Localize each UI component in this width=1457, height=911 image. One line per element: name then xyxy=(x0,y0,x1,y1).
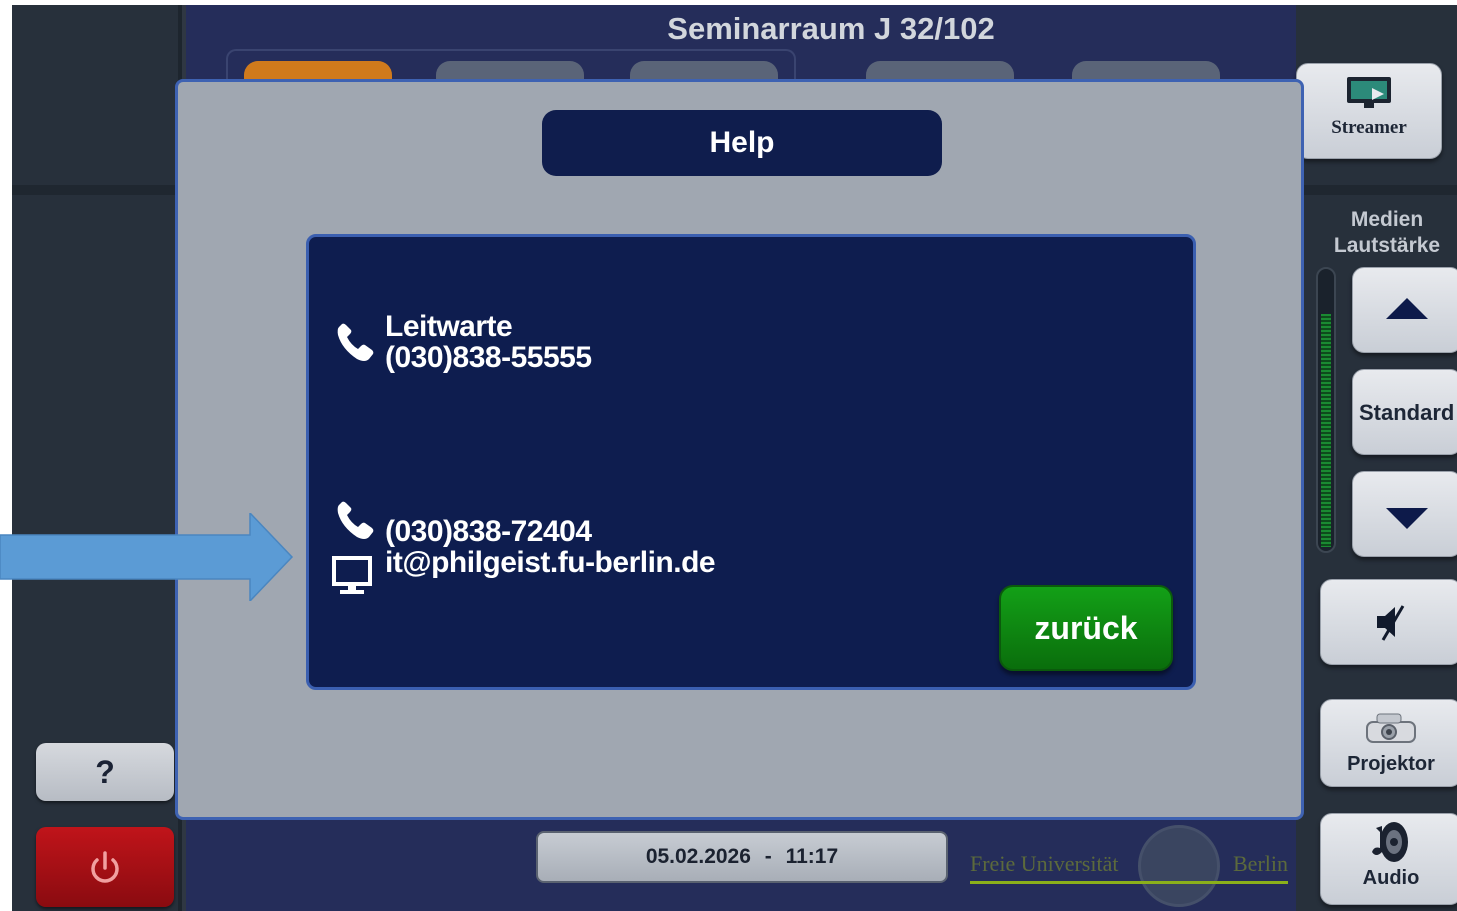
logo-underline xyxy=(970,881,1288,884)
room-title: Seminarraum J 32/102 xyxy=(667,11,995,46)
logo-left-text: Freie Universität xyxy=(970,851,1119,876)
time-text: 11:17 xyxy=(785,845,839,868)
date-time-separator: - xyxy=(764,845,772,868)
monitor-icon xyxy=(1347,77,1391,108)
volume-up-button[interactable] xyxy=(1352,267,1457,353)
logo-right-text: Berlin xyxy=(1233,851,1288,876)
projector-label: Projektor xyxy=(1347,753,1435,775)
phone-icon xyxy=(337,323,374,361)
power-button[interactable] xyxy=(36,827,174,907)
power-icon xyxy=(91,851,119,883)
contact-1-phone: (030)838-55555 xyxy=(385,341,592,374)
volume-title-line1: Medien xyxy=(1350,208,1424,231)
projector-button[interactable]: Projektor xyxy=(1320,699,1457,787)
computer-monitor-icon xyxy=(332,556,372,594)
standard-label: Standard xyxy=(1359,400,1455,425)
contact-2: (030)838-72404 it@philgeist.fu-berlin.de xyxy=(385,515,716,579)
date-time-display: 05.02.2026 - 11:17 xyxy=(536,831,948,883)
date-text: 05.02.2026 xyxy=(645,845,751,868)
volume-meter xyxy=(1316,267,1336,553)
speaker-icon xyxy=(1372,822,1408,862)
projector-icon xyxy=(1366,713,1416,743)
mute-icon xyxy=(1377,605,1405,641)
help-button[interactable]: ? xyxy=(36,743,174,801)
contact-1-name: Leitwarte xyxy=(385,310,513,343)
streamer-label: Streamer xyxy=(1331,117,1407,138)
university-seal-icon xyxy=(1138,825,1220,907)
mute-button[interactable] xyxy=(1320,579,1457,665)
left-separator xyxy=(12,185,182,195)
volume-title: Medien Lautstärke xyxy=(1318,207,1456,259)
volume-title-line2: Lautstärke xyxy=(1333,234,1441,257)
pointer-arrow-icon xyxy=(0,513,294,601)
right-separator xyxy=(1296,185,1457,195)
contact-1: Leitwarte (030)838-55555 xyxy=(385,311,592,373)
dialog-title: Help xyxy=(542,110,942,176)
contact-panel: Leitwarte (030)838-55555 (030)838-72404 … xyxy=(306,234,1196,690)
contact-2-email: it@philgeist.fu-berlin.de xyxy=(385,546,716,579)
arrow-up-icon xyxy=(1386,298,1428,319)
audio-button[interactable]: Audio xyxy=(1320,813,1457,905)
contact-2-phone: (030)838-72404 xyxy=(385,515,592,548)
help-dialog: Help Leitwarte (030)838-55555 (030)838-7… xyxy=(175,79,1304,820)
back-button[interactable]: zurück xyxy=(999,585,1173,671)
volume-down-button[interactable] xyxy=(1352,471,1457,557)
phone-icon xyxy=(337,501,374,539)
fu-berlin-logo: Freie Universität Berlin xyxy=(970,823,1288,907)
arrow-down-icon xyxy=(1386,508,1428,529)
audio-label: Audio xyxy=(1362,867,1420,889)
streamer-button[interactable]: Streamer xyxy=(1296,63,1442,159)
volume-level-fill xyxy=(1321,314,1331,547)
volume-standard-button[interactable]: Standard xyxy=(1352,369,1457,455)
